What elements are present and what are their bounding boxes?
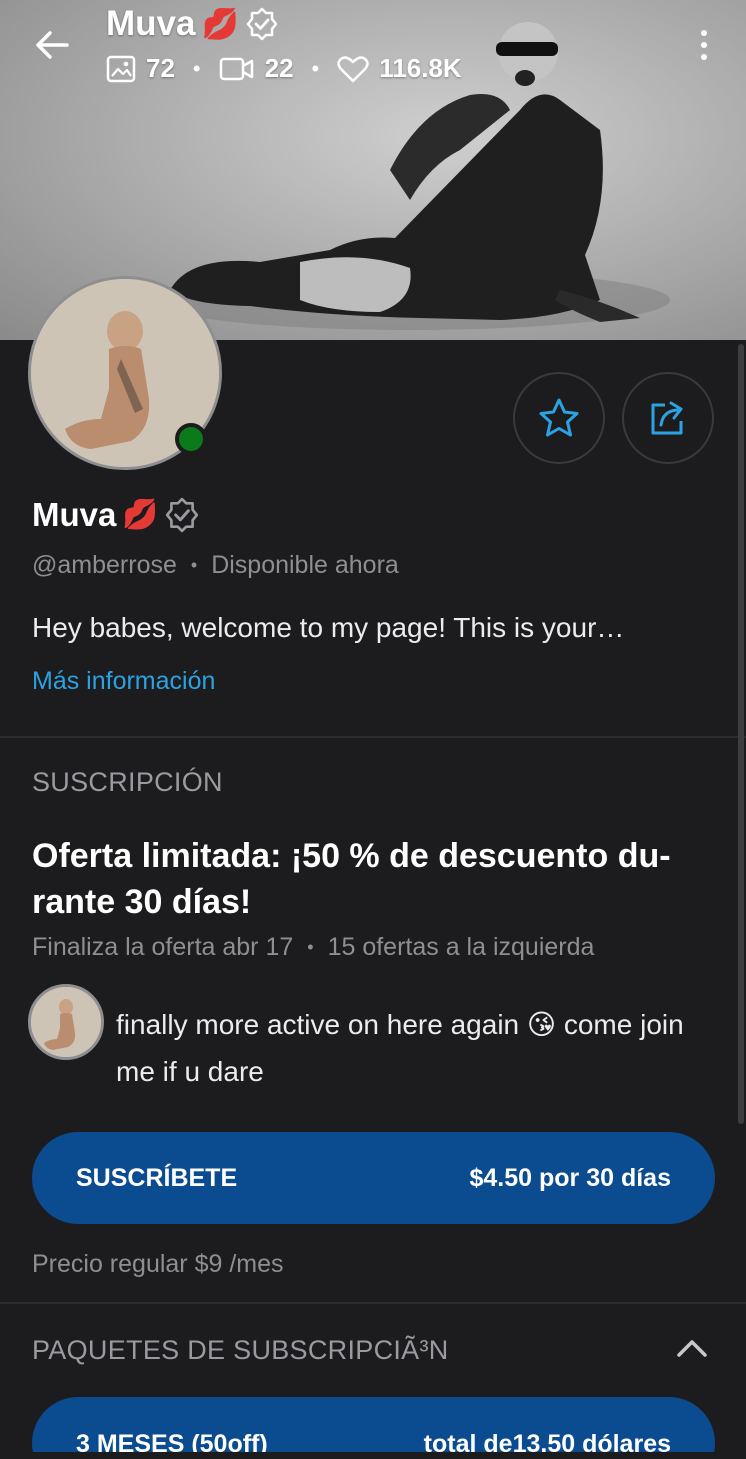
profile-name: Muva 💋 xyxy=(32,496,200,534)
username: @amberrose xyxy=(32,551,177,579)
message-avatar xyxy=(28,984,104,1060)
offer-meta: Finaliza la oferta abr 17 • 15 ofertas a… xyxy=(32,933,594,962)
video-icon xyxy=(219,57,253,80)
photos-stat: 72 xyxy=(106,53,175,84)
more-vertical-icon xyxy=(701,30,707,36)
profile-display-name: Muva xyxy=(32,496,117,533)
separator-dot: • xyxy=(311,55,320,81)
bundles-section-title: PAQUETES DE SUBSCRIPCIÃ³N xyxy=(32,1335,449,1365)
offer-message: finally more active on here again 😘 come… xyxy=(116,1009,684,1087)
cover-name: Muva xyxy=(106,4,196,43)
separator-dot: • xyxy=(192,55,201,81)
cover-stats: 72 • 22 • 116.8K xyxy=(106,53,462,84)
share-button[interactable] xyxy=(622,372,714,464)
likes-stat: 116.8K xyxy=(337,53,462,84)
share-icon xyxy=(651,401,683,435)
collapse-bundles-button[interactable] xyxy=(672,1328,712,1368)
bundle-button[interactable]: 3 MESES (50off) total de13.50 dólares xyxy=(32,1397,715,1459)
profile-meta: @amberrose • Disponible ahora xyxy=(32,551,399,580)
regular-price: Precio regular $9 /mes xyxy=(32,1250,284,1278)
bottom-edge xyxy=(0,1452,746,1459)
profile-bio: Hey babes, welcome to my page! This is y… xyxy=(32,612,625,643)
scrollbar[interactable] xyxy=(738,344,744,1124)
kiss-emoji: 💋 xyxy=(122,499,159,531)
subscription-section-title: SUSCRIPCIÓN xyxy=(32,767,223,797)
offer-end-date: Finaliza la oferta abr 17 xyxy=(32,933,294,961)
separator-dot: • xyxy=(190,555,198,575)
likes-count: 116.8K xyxy=(379,53,462,83)
verified-badge-icon xyxy=(246,7,278,41)
subscribe-button[interactable]: SUSCRÍBETE $4.50 por 30 días xyxy=(32,1132,715,1224)
cover-title: Muva 💋 xyxy=(106,4,279,44)
separator-dot: • xyxy=(307,937,314,957)
more-info-link[interactable]: Más información xyxy=(32,667,215,696)
subscribe-label: SUSCRÍBETE xyxy=(76,1163,238,1192)
photos-count: 72 xyxy=(146,53,175,83)
online-status-indicator xyxy=(175,423,207,455)
verified-badge-icon xyxy=(166,497,199,533)
star-icon xyxy=(539,398,579,437)
divider xyxy=(0,736,746,738)
subscribe-price: $4.50 por 30 días xyxy=(469,1163,671,1192)
offer-title: Oferta limitada: ¡50 % de descuento du-r… xyxy=(32,837,671,921)
favorite-button[interactable] xyxy=(513,372,605,464)
videos-count: 22 xyxy=(264,53,294,83)
more-options-button[interactable] xyxy=(690,22,718,68)
chevron-up-icon xyxy=(677,1340,707,1357)
arrow-left-icon xyxy=(36,31,69,59)
top-bar: Muva 💋 72 • 22 • 116.8K xyxy=(0,0,746,100)
message-avatar-photo xyxy=(31,987,101,1057)
image-icon xyxy=(106,55,136,82)
videos-stat: 22 xyxy=(219,53,294,84)
offers-left: 15 ofertas a la izquierda xyxy=(327,933,595,961)
divider xyxy=(0,1302,746,1304)
more-dot xyxy=(701,54,707,60)
kiss-emoji: 💋 xyxy=(201,7,239,41)
more-dot xyxy=(701,42,707,48)
heart-icon xyxy=(337,55,369,82)
back-button[interactable] xyxy=(30,25,74,65)
availability-status: Disponible ahora xyxy=(211,551,399,579)
